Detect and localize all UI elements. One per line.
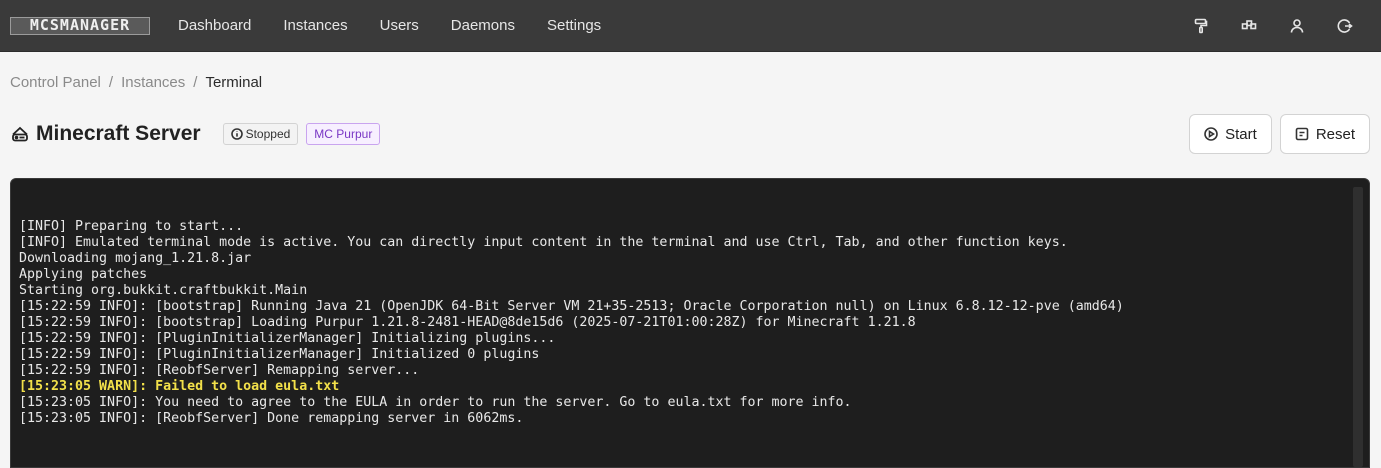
terminal-line: [15:22:59 INFO]: [PluginInitializerManag…: [19, 331, 556, 346]
status-badge: Stopped: [222, 123, 299, 145]
terminal-scrollbar[interactable]: [1353, 187, 1363, 467]
reset-button-label: Reset: [1315, 125, 1355, 143]
breadcrumb: Control Panel / Instances / Terminal: [10, 74, 262, 91]
terminal-line: Applying patches: [19, 267, 148, 282]
terminal-line: [15:22:59 INFO]: [bootstrap] Running Jav…: [19, 299, 1124, 314]
breadcrumb-control-panel[interactable]: Control Panel: [10, 74, 101, 91]
layout-icon[interactable]: [1225, 0, 1273, 52]
mcsmanager-logo[interactable]: MCSMANAGER: [10, 16, 150, 35]
terminal-line: [15:23:05 WARN]: Failed to load eula.txt: [19, 379, 340, 394]
reset-button[interactable]: Reset: [1279, 114, 1370, 154]
terminal-line: Starting org.bukkit.craftbukkit.Main: [19, 283, 308, 298]
nav-dashboard[interactable]: Dashboard: [162, 0, 267, 52]
terminal-line: [15:22:59 INFO]: [ReobfServer] Remapping…: [19, 363, 420, 378]
terminal-output: [INFO] Preparing to start... [INFO] Emula…: [19, 219, 1349, 427]
breadcrumb-instances[interactable]: Instances: [121, 74, 185, 91]
instance-actions: Start Reset: [1181, 114, 1370, 154]
nav-daemons[interactable]: Daemons: [435, 0, 531, 52]
breadcrumb-separator: /: [193, 74, 198, 91]
start-button[interactable]: Start: [1189, 114, 1272, 154]
logout-icon[interactable]: [1321, 0, 1369, 52]
play-circle-icon: [1204, 127, 1218, 141]
top-icon-group: [1177, 0, 1369, 52]
terminal-panel[interactable]: [INFO] Preparing to start... [INFO] Emula…: [10, 178, 1370, 468]
user-icon[interactable]: [1273, 0, 1321, 52]
nav-instances[interactable]: Instances: [267, 0, 363, 52]
breadcrumb-current: Terminal: [205, 74, 263, 91]
top-navbar: MCSMANAGER Dashboard Instances Users Dae…: [0, 0, 1381, 52]
breadcrumb-separator: /: [108, 74, 114, 91]
terminal-line: [INFO] Emulated terminal mode is active.…: [19, 235, 1068, 250]
terminal-line: [INFO] Preparing to start...: [19, 219, 244, 234]
terminal-line: [15:23:05 INFO]: [ReobfServer] Done rema…: [19, 411, 524, 426]
status-badge-label: Stopped: [245, 127, 291, 141]
terminal-line: Downloading mojang_1.21.8.jar: [19, 251, 252, 266]
terminal-line: [15:22:59 INFO]: [PluginInitializerManag…: [19, 347, 540, 362]
nav-settings[interactable]: Settings: [531, 0, 617, 52]
page-title: Minecraft Server: [36, 122, 201, 145]
server-icon: [10, 124, 30, 144]
instance-type-badge: MC Purpur: [306, 123, 381, 145]
terminal-line: [15:23:05 INFO]: You need to agree to th…: [19, 395, 852, 410]
info-circle-icon: [230, 128, 243, 140]
terminal-line: [15:22:59 INFO]: [bootstrap] Loading Pur…: [19, 315, 916, 330]
paint-roller-icon[interactable]: [1177, 0, 1225, 52]
nav-users[interactable]: Users: [364, 0, 435, 52]
main-nav: Dashboard Instances Users Daemons Settin…: [162, 0, 617, 52]
start-button-label: Start: [1225, 125, 1257, 143]
instance-header: Minecraft Server Stopped MC Purpur Start…: [10, 114, 1370, 154]
reset-icon: [1295, 127, 1309, 141]
